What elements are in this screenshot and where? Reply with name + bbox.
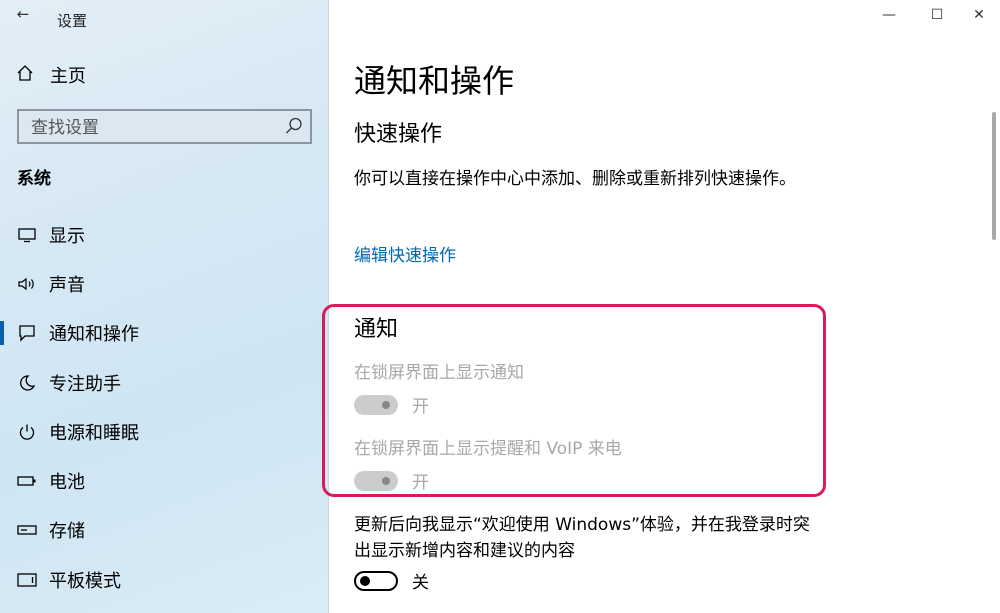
speaker-icon bbox=[17, 274, 37, 294]
sidebar-item-battery[interactable]: 电池 bbox=[0, 456, 329, 505]
sidebar-item-focus-assist[interactable]: 专注助手 bbox=[0, 358, 329, 407]
toggle-knob bbox=[360, 575, 370, 586]
edit-quick-actions-link[interactable]: 编辑快速操作 bbox=[354, 241, 456, 266]
toggle-state-text: 关 bbox=[412, 573, 429, 593]
quick-actions-heading: 快速操作 bbox=[354, 122, 443, 147]
search-box[interactable] bbox=[17, 109, 312, 144]
sidebar-item-sound[interactable]: 声音 bbox=[0, 259, 329, 308]
home-icon bbox=[16, 64, 36, 87]
scrollbar[interactable] bbox=[992, 112, 996, 240]
welcome-experience-label: 更新后向我显示“欢迎使用 Windows”体验，并在我登录时突出显示新增内容和建… bbox=[354, 515, 810, 561]
sidebar-item-label: 电源和睡眠 bbox=[49, 422, 139, 444]
sidebar-item-label: 声音 bbox=[49, 274, 85, 296]
tablet-icon bbox=[17, 570, 37, 590]
page-title: 通知和操作 bbox=[354, 62, 515, 100]
notification-icon bbox=[17, 323, 37, 343]
sidebar-item-home[interactable]: 主页 bbox=[16, 62, 86, 88]
battery-icon bbox=[17, 471, 37, 491]
back-button[interactable]: ← bbox=[12, 4, 34, 24]
welcome-experience-toggle-row: 关 bbox=[354, 568, 429, 593]
back-arrow-icon: ← bbox=[16, 5, 30, 23]
sidebar-item-label: 平板模式 bbox=[49, 570, 121, 592]
search-icon[interactable] bbox=[284, 116, 304, 136]
section-label-system: 系统 bbox=[17, 169, 51, 189]
sidebar-item-storage[interactable]: 存储 bbox=[0, 506, 329, 555]
moon-icon bbox=[17, 373, 37, 393]
home-label: 主页 bbox=[50, 66, 86, 87]
power-icon bbox=[17, 422, 37, 442]
sidebar-item-label: 通知和操作 bbox=[49, 324, 139, 346]
sidebar-nav: 显示 声音 通知和操作 专注助手 电源和睡眠 电池 存储 平板模式 bbox=[0, 210, 329, 604]
sidebar-item-label: 存储 bbox=[49, 521, 85, 543]
sidebar-item-power-sleep[interactable]: 电源和睡眠 bbox=[0, 407, 329, 456]
sidebar-item-tablet-mode[interactable]: 平板模式 bbox=[0, 555, 329, 604]
sidebar-item-label: 显示 bbox=[49, 225, 85, 247]
search-input[interactable] bbox=[29, 115, 273, 141]
sidebar: ← 设置 主页 系统 显示 声音 通知 bbox=[0, 0, 329, 613]
storage-icon bbox=[17, 520, 37, 540]
quick-actions-description: 你可以直接在操作中心中添加、删除或重新排列快速操作。 bbox=[354, 169, 796, 189]
highlight-annotation-box bbox=[322, 304, 826, 497]
sidebar-item-notifications[interactable]: 通知和操作 bbox=[0, 309, 329, 358]
sidebar-item-label: 专注助手 bbox=[49, 373, 121, 395]
sidebar-item-display[interactable]: 显示 bbox=[0, 210, 329, 259]
monitor-icon bbox=[17, 225, 37, 245]
sidebar-item-label: 电池 bbox=[49, 472, 85, 494]
app-title: 设置 bbox=[57, 12, 88, 30]
welcome-experience-toggle[interactable] bbox=[354, 570, 398, 591]
